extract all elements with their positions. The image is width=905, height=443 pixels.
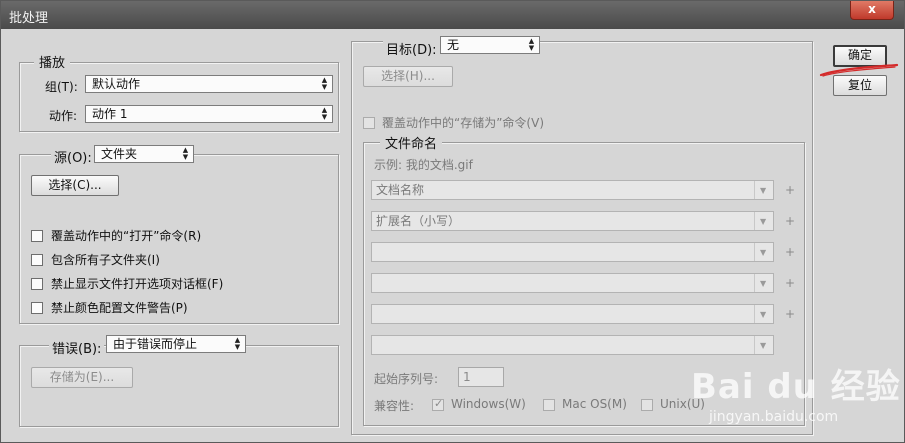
override-save-as-label: 覆盖动作中的“存储为”命令(V) <box>382 116 545 130</box>
compat-windows-checkbox[interactable]: ✓ <box>432 397 444 411</box>
plus-icon: + <box>785 276 796 290</box>
file-naming-example: 示例: 我的文档.gif <box>374 158 473 172</box>
plus-icon: + <box>785 245 796 259</box>
chevron-down-icon: ▼ <box>754 212 773 230</box>
action-select[interactable]: 动作 1 ▲ ▼ <box>85 105 333 123</box>
group-label: 组(T): <box>45 80 78 94</box>
chevron-down-icon: ▼ <box>754 336 773 354</box>
include-subfolders-label: 包含所有子文件夹(I) <box>51 253 160 267</box>
source-choose-button[interactable]: 选择(C)... <box>31 175 119 196</box>
plus-icon: + <box>785 307 796 321</box>
target-label: 目标(D): <box>383 39 440 58</box>
override-save-as-checkbox[interactable] <box>363 117 375 129</box>
start-serial-input[interactable]: 1 <box>458 367 504 387</box>
override-open-checkbox[interactable] <box>31 230 43 242</box>
suppress-color-warning-label: 禁止颜色配置文件警告(P) <box>51 301 188 315</box>
plus-icon: + <box>785 214 796 228</box>
updown-arrows-icon: ▲ ▼ <box>182 146 189 161</box>
chevron-down-icon: ▼ <box>754 274 773 292</box>
source-select-value: 文件夹 <box>101 147 138 161</box>
naming-field-2-value: 扩展名（小写） <box>376 214 461 228</box>
plus-icon: + <box>785 183 796 197</box>
updown-arrows-icon: ▲ ▼ <box>321 106 328 121</box>
target-select[interactable]: 无 ▲ ▼ <box>440 36 540 54</box>
updown-arrows-icon: ▲ ▼ <box>321 76 328 91</box>
target-choose-button[interactable]: 选择(H)... <box>363 66 453 87</box>
chevron-down-icon: ▼ <box>754 243 773 261</box>
source-label: 源(O): <box>51 147 95 166</box>
errors-select[interactable]: 由于错误而停止 ▲ ▼ <box>106 335 246 353</box>
naming-field-6[interactable]: ▼ <box>371 335 774 355</box>
updown-arrows-icon: ▲ ▼ <box>528 37 535 52</box>
start-serial-label: 起始序列号: <box>374 372 439 386</box>
suppress-open-options-label: 禁止显示文件打开选项对话框(F) <box>51 277 224 291</box>
errors-label: 错误(B): <box>49 338 105 357</box>
naming-field-1-value: 文档名称 <box>376 183 425 197</box>
naming-field-3[interactable]: ▼ <box>371 242 774 262</box>
action-label: 动作: <box>49 109 78 123</box>
suppress-open-options-checkbox[interactable] <box>31 278 43 290</box>
override-open-label: 覆盖动作中的“打开”命令(R) <box>51 229 202 243</box>
compat-macos-checkbox[interactable] <box>543 399 555 411</box>
play-legend: 播放 <box>34 52 71 71</box>
close-button[interactable]: x <box>850 1 894 20</box>
check-icon: ✓ <box>434 397 444 410</box>
compat-windows-label: Windows(W) <box>451 397 526 411</box>
dialog-content: 播放 组(T): 默认动作 ▲ ▼ 动作: 动作 1 ▲ ▼ 源(O): 文件夹 ▲… <box>1 29 904 442</box>
suppress-color-warning-checkbox[interactable] <box>31 302 43 314</box>
compat-unix-checkbox[interactable] <box>641 399 653 411</box>
errors-save-as-button[interactable]: 存储为(E)... <box>31 367 133 388</box>
source-select[interactable]: 文件夹 ▲ ▼ <box>94 145 194 163</box>
reset-button[interactable]: 复位 <box>833 75 887 96</box>
batch-dialog: 批处理 x 播放 组(T): 默认动作 ▲ ▼ 动作: 动作 1 ▲ ▼ 源(O):… <box>0 0 905 443</box>
watermark-url: jingyan.baidu.com <box>709 409 839 425</box>
action-select-value: 动作 1 <box>92 107 128 121</box>
naming-field-4[interactable]: ▼ <box>371 273 774 293</box>
naming-field-5[interactable]: ▼ <box>371 304 774 324</box>
naming-field-1[interactable]: 文档名称 ▼ <box>371 180 774 200</box>
updown-arrows-icon: ▲ ▼ <box>234 336 241 351</box>
group-select[interactable]: 默认动作 ▲ ▼ <box>85 75 333 93</box>
chevron-down-icon: ▼ <box>754 181 773 199</box>
title-bar[interactable]: 批处理 x <box>1 1 904 29</box>
target-select-value: 无 <box>447 38 460 52</box>
chevron-down-icon: ▼ <box>754 305 773 323</box>
compat-label: 兼容性: <box>374 399 415 413</box>
group-select-value: 默认动作 <box>92 77 141 91</box>
baidu-watermark: Bai du 经验 jingyan.baidu.com <box>691 359 901 434</box>
naming-field-2[interactable]: 扩展名（小写） ▼ <box>371 211 774 231</box>
watermark-logo-text: Bai du 经验 <box>691 367 901 407</box>
compat-macos-label: Mac OS(M) <box>562 397 627 411</box>
file-naming-legend: 文件命名 <box>380 133 443 152</box>
include-subfolders-checkbox[interactable] <box>31 254 43 266</box>
window-title: 批处理 <box>9 11 49 26</box>
errors-select-value: 由于错误而停止 <box>113 337 198 351</box>
